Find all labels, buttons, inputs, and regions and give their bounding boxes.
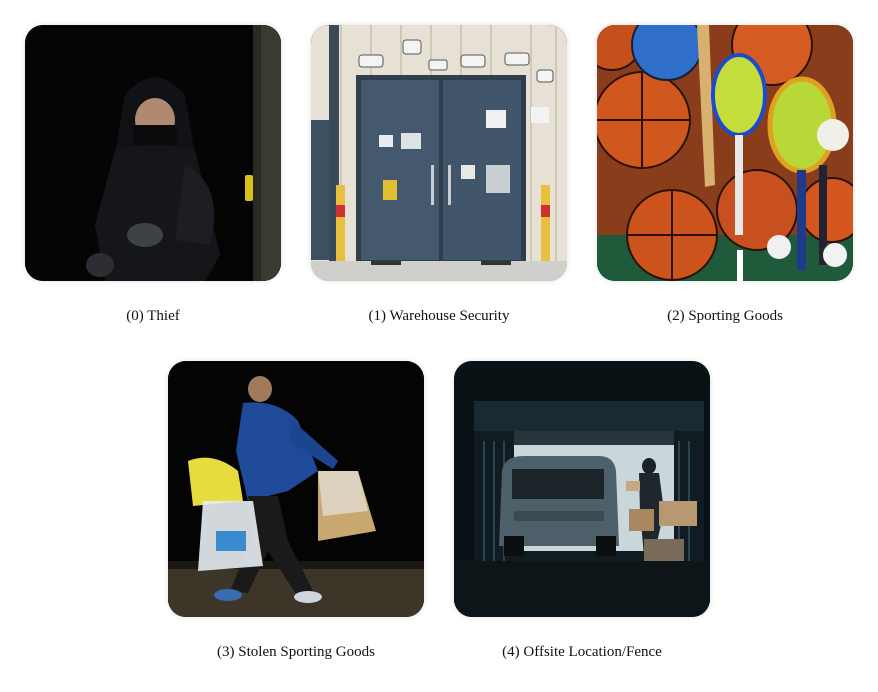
thief-image xyxy=(25,25,281,281)
caption-sporting-goods: (2) Sporting Goods xyxy=(667,308,783,324)
offsite-location-image xyxy=(454,361,710,617)
caption-offsite-location: (4) Offsite Location/Fence xyxy=(502,644,662,660)
stolen-goods-image xyxy=(168,361,424,617)
caption-stolen-sporting-goods: (3) Stolen Sporting Goods xyxy=(217,644,375,660)
caption-thief: (0) Thief xyxy=(126,308,180,324)
caption-warehouse-security: (1) Warehouse Security xyxy=(368,308,510,324)
sporting-goods-image xyxy=(597,25,853,281)
warehouse-security-image xyxy=(311,25,567,281)
